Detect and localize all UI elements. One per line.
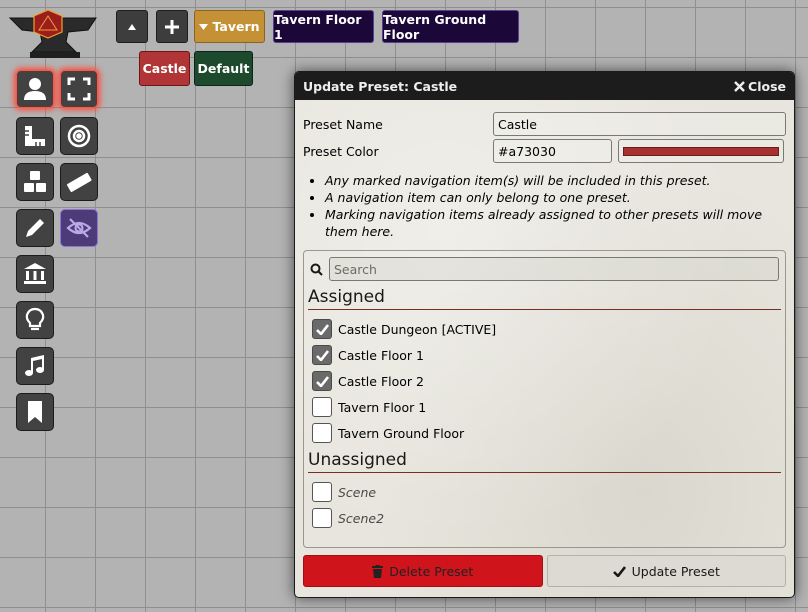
search-icon	[310, 263, 323, 276]
music-icon	[25, 355, 44, 376]
tiles-button[interactable]	[16, 163, 54, 201]
navigation-item-label: Tavern Floor 1	[338, 399, 427, 415]
dialog-title: Update Preset: Castle	[303, 78, 458, 94]
preset-color-label: Preset Color	[303, 143, 379, 159]
lighting-button[interactable]	[16, 301, 54, 339]
update-preset-dialog: Update Preset: Castle Close Preset Name …	[294, 71, 795, 598]
notes-button[interactable]	[16, 393, 54, 431]
preset-color-row: Preset Color #a73030	[303, 139, 786, 163]
navigation-item-label: Castle Floor 1	[338, 347, 424, 363]
lightbulb-icon	[25, 307, 45, 331]
check-icon	[612, 565, 626, 577]
walls-button[interactable]	[16, 255, 54, 293]
search-row: Search	[310, 257, 779, 281]
preset-name-row: Preset Name Castle	[303, 112, 786, 136]
add-preset-button[interactable]	[156, 10, 188, 43]
nav-collapse-button[interactable]	[116, 10, 148, 43]
navigation-item-label: Scene2	[338, 510, 385, 526]
navigation-item-label: Tavern Ground Floor	[338, 425, 465, 441]
navigation-items-box: Search Assigned Castle Dungeon [ACTIVE] C…	[303, 250, 786, 548]
preset-name-label: Preset Name	[303, 116, 383, 132]
trash-icon	[372, 564, 384, 578]
nav-preset-label: Castle	[142, 61, 187, 76]
checkbox[interactable]	[312, 482, 332, 502]
nav-scene-tavern-ground-floor[interactable]: Tavern Ground Floor	[382, 10, 519, 43]
check-icon	[315, 375, 329, 387]
check-icon	[315, 349, 329, 361]
close-icon	[734, 80, 745, 92]
landmark-icon	[24, 263, 46, 284]
delete-preset-button[interactable]: Delete Preset	[303, 555, 543, 587]
navigation-item-label: Castle Floor 2	[338, 373, 424, 389]
check-icon	[315, 323, 329, 335]
checkbox[interactable]	[312, 319, 332, 339]
close-label: Close	[748, 78, 786, 94]
update-preset-button[interactable]: Update Preset	[546, 555, 786, 587]
note-item: Marking navigation items already assigne…	[325, 206, 780, 240]
preset-color-swatch[interactable]	[618, 139, 784, 163]
nav-scene-tavern-floor-1[interactable]: Tavern Floor 1	[273, 10, 374, 43]
target-icon	[67, 124, 91, 148]
dialog-footer: Delete Preset Update Preset	[303, 555, 786, 587]
preset-color-input[interactable]: #a73030	[493, 139, 612, 163]
navigation-item[interactable]: Castle Dungeon [ACTIVE]	[312, 318, 496, 340]
search-input[interactable]: Search	[329, 257, 779, 281]
update-preset-label: Update Preset	[631, 563, 720, 579]
expand-button[interactable]	[60, 70, 98, 108]
ruler-icon	[25, 126, 45, 146]
navigation-item[interactable]: Tavern Ground Floor	[312, 422, 464, 444]
checkbox[interactable]	[312, 371, 332, 391]
token-controls-button[interactable]	[16, 70, 54, 108]
nav-preset-tavern[interactable]: Tavern	[194, 10, 265, 43]
navigation-item[interactable]: Castle Floor 1	[312, 344, 424, 366]
caret-down-icon	[199, 23, 209, 30]
nav-preset-label: Default	[197, 61, 250, 76]
target-button[interactable]	[60, 117, 98, 155]
nav-preset-castle[interactable]: Castle	[139, 51, 190, 86]
checkbox[interactable]	[312, 508, 332, 528]
caret-up-icon	[128, 23, 136, 30]
navigation-item-label: Castle Dungeon [ACTIVE]	[338, 321, 497, 337]
note-item: Any marked navigation item(s) will be in…	[325, 172, 780, 189]
toggle-visibility-button[interactable]	[60, 209, 98, 247]
checkbox[interactable]	[312, 423, 332, 443]
tape-measure-button[interactable]	[60, 163, 98, 201]
sounds-button[interactable]	[16, 347, 54, 385]
preset-name-input[interactable]: Castle	[493, 112, 786, 136]
plus-icon	[165, 19, 179, 34]
note-item: A navigation item can only belong to one…	[325, 189, 780, 206]
navigation-item-label: Scene	[338, 484, 377, 500]
preset-notes: Any marked navigation item(s) will be in…	[309, 172, 780, 240]
anvil-logo-icon	[8, 9, 97, 58]
bookmark-icon	[28, 401, 42, 423]
color-swatch-fill	[623, 146, 779, 156]
assigned-heading: Assigned	[308, 284, 781, 310]
dialog-header: Update Preset: Castle Close	[295, 72, 794, 100]
user-icon	[24, 78, 46, 100]
drawing-button[interactable]	[16, 209, 54, 247]
nav-scene-label: Tavern Ground Floor	[383, 11, 487, 42]
nav-preset-label: Tavern	[212, 19, 260, 34]
navigation-item[interactable]: Castle Floor 2	[312, 370, 424, 392]
pencil-icon	[26, 219, 44, 237]
cubes-icon	[24, 171, 46, 192]
close-button[interactable]: Close	[734, 79, 786, 94]
delete-preset-label: Delete Preset	[389, 563, 474, 579]
checkbox[interactable]	[312, 345, 332, 365]
navigation-item[interactable]: Tavern Floor 1	[312, 396, 426, 418]
navigation-item[interactable]: Scene2	[312, 507, 384, 529]
unassigned-heading: Unassigned	[308, 447, 781, 473]
nav-scene-label: Tavern Floor 1	[274, 11, 362, 42]
nav-preset-default[interactable]: Default	[194, 51, 253, 86]
measure-controls-button[interactable]	[16, 117, 54, 155]
eye-slash-icon	[66, 218, 92, 238]
navigation-item[interactable]: Scene	[312, 481, 376, 503]
tape-measure-icon	[66, 172, 92, 192]
expand-icon	[67, 77, 91, 101]
checkbox[interactable]	[312, 397, 332, 417]
